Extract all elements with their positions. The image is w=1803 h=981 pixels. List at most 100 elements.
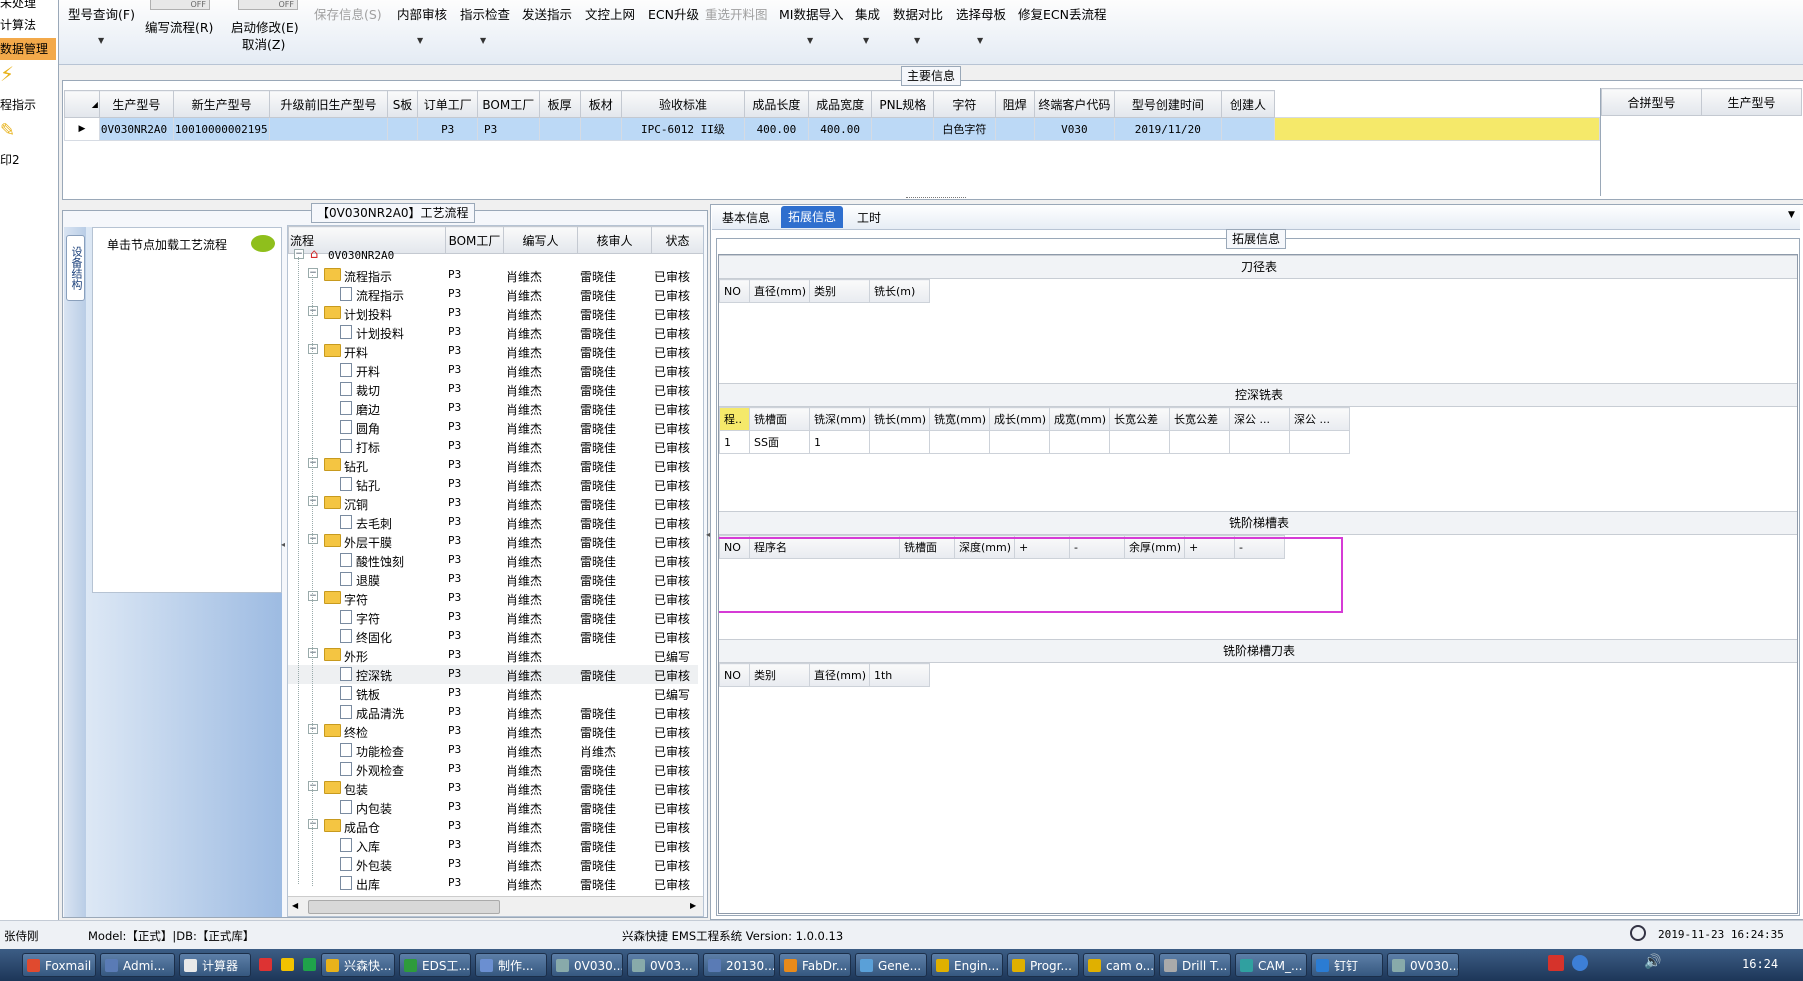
tree-row[interactable]: 开料 P3 肖维杰 雷晓佳 已审核 [288,361,698,380]
device-structure-tab[interactable]: 设备结构 [66,235,85,301]
collapse-icon[interactable]: − [308,724,318,734]
chevron-down-icon[interactable]: ▼ [914,36,920,45]
tree-row[interactable]: 外观检查 P3 肖维杰 雷晓佳 已审核 [288,760,698,779]
collapse-icon[interactable]: − [308,591,318,601]
table-cell[interactable]: P3 [417,117,478,141]
taskbar-button[interactable] [299,953,317,977]
column-header[interactable]: 新生产型号 [172,90,271,118]
table-cell[interactable] [1049,430,1110,454]
tree-row[interactable]: 出库 P3 肖维杰 雷晓佳 已审核 [288,874,698,893]
column-header[interactable]: S板 [386,90,419,118]
collapse-icon[interactable]: − [308,344,318,354]
column-header[interactable]: 直径(mm) [809,663,870,687]
collapse-icon[interactable]: − [308,781,318,791]
volume-icon[interactable]: 🔊 [1644,954,1661,970]
table-cell[interactable] [1229,430,1290,454]
splitter-handle[interactable] [906,197,966,203]
write-flow-button[interactable]: 编写流程(R) [145,17,213,36]
chevron-down-icon[interactable]: ▼ [977,36,983,45]
collapse-icon[interactable]: − [308,648,318,658]
taskbar-button[interactable]: 制作... [475,953,547,977]
column-header[interactable]: PNL规格 [871,90,935,118]
tree-row[interactable]: 字符 P3 肖维杰 雷晓佳 已审核 [288,608,698,627]
collapse-icon[interactable]: − [308,819,318,829]
taskbar-button[interactable]: CAM_... [1235,953,1307,977]
taskbar-button[interactable] [277,953,295,977]
column-header[interactable]: 字符 [933,90,996,118]
column-header[interactable]: 铣长(mm) [869,407,930,431]
column-header[interactable]: 成品宽度 [807,90,873,118]
tree-row[interactable]: − 成品仓 P3 肖维杰 雷晓佳 已审核 [288,817,698,836]
tree-row[interactable]: 退膜 P3 肖维杰 雷晓佳 已审核 [288,570,698,589]
table-cell[interactable] [989,430,1050,454]
repair-ecn-button[interactable]: 修复ECN丢流程 [1018,4,1106,23]
integrate-button[interactable]: 集成 [855,4,880,23]
table-cell[interactable] [994,117,1035,141]
taskbar-button[interactable]: 20130... [703,953,775,977]
scroll-right-icon[interactable]: ▶ [690,901,696,910]
taskbar-button[interactable]: Foxmail [22,953,96,977]
tree-row[interactable]: − 开料 P3 肖维杰 雷晓佳 已审核 [288,342,698,361]
nav-item[interactable]: 计算法 [0,16,36,33]
table-cell[interactable] [1169,430,1230,454]
table-cell[interactable]: 0V030NR2A0 [98,117,174,141]
toggle-switch[interactable]: OFF [150,0,210,10]
column-header[interactable]: 合拼型号 [1601,88,1702,116]
doc-control-button[interactable]: 文控上网 [585,4,635,23]
table-cell[interactable] [1289,430,1350,454]
column-header[interactable]: 阻焊 [994,90,1035,118]
taskbar-button[interactable]: Progr... [1007,953,1079,977]
column-header[interactable]: 验收标准 [620,90,746,118]
column-header[interactable]: NO [719,663,750,687]
column-header[interactable]: 终端客户代码 [1033,90,1115,118]
tree-row[interactable]: 外包装 P3 肖维杰 雷晓佳 已审核 [288,855,698,874]
nav-item[interactable]: 印2 [0,151,20,168]
column-header[interactable]: 长宽公差 [1109,407,1170,431]
taskbar-button[interactable]: 0V03... [627,953,699,977]
column-header[interactable]: 订单工厂 [417,90,478,118]
toggle-switch[interactable]: OFF [238,0,298,10]
table-cell[interactable] [1220,117,1276,141]
table-cell[interactable]: V030 [1033,117,1115,141]
taskbar-button[interactable] [255,953,273,977]
column-header[interactable]: 深公 ... [1229,407,1290,431]
tree-row[interactable]: − 沉铜 P3 肖维杰 雷晓佳 已审核 [288,494,698,513]
tree-row[interactable]: 流程指示 P3 肖维杰 雷晓佳 已审核 [288,285,698,304]
chevron-down-icon[interactable]: ▼ [98,36,104,45]
collapse-icon[interactable]: − [308,306,318,316]
tree-row[interactable]: 铣板 P3 肖维杰 已编写 [288,684,698,703]
tab-work-hours[interactable]: 工时 [851,208,887,228]
collapse-icon[interactable]: − [308,534,318,544]
nav-item[interactable]: 程指示 [0,96,36,113]
table-cell[interactable] [538,117,581,141]
tree-row[interactable]: − 钻孔 P3 肖维杰 雷晓佳 已审核 [288,456,698,475]
column-header[interactable]: 成宽(mm) [1049,407,1110,431]
tree-row[interactable]: 钻孔 P3 肖维杰 雷晓佳 已审核 [288,475,698,494]
table-cell[interactable] [871,117,935,141]
column-header[interactable]: 类别 [809,279,870,303]
collapse-arrow-icon[interactable]: ◂ [281,540,285,549]
taskbar-button[interactable]: cam o... [1083,953,1155,977]
nav-item[interactable]: 未处理 [0,0,36,11]
ecn-upgrade-button[interactable]: ECN升级 [648,4,699,23]
tree-row[interactable]: 入库 P3 肖维杰 雷晓佳 已审核 [288,836,698,855]
tree-row[interactable]: 成品清洗 P3 肖维杰 雷晓佳 已审核 [288,703,698,722]
tree-row[interactable]: 控深铣 P3 肖维杰 雷晓佳 已审核 [288,665,698,684]
tree-row[interactable]: − 包装 P3 肖维杰 雷晓佳 已审核 [288,779,698,798]
taskbar-clock[interactable]: 16:24 [1742,957,1778,971]
internal-review-button[interactable]: 内部审核 [397,4,447,23]
column-header[interactable]: 成长(mm) [989,407,1050,431]
table-cell[interactable]: 400.00 [807,117,873,141]
tree-row[interactable]: 磨边 P3 肖维杰 雷晓佳 已审核 [288,399,698,418]
tree-row[interactable]: − 流程指示 P3 肖维杰 雷晓佳 已审核 [288,266,698,285]
column-header[interactable]: 程.. [719,407,750,431]
horizontal-scrollbar[interactable]: ◀ ▶ [288,896,703,916]
collapse-icon[interactable]: − [308,458,318,468]
table-cell[interactable] [869,430,930,454]
table-cell[interactable] [1109,430,1170,454]
tree-root[interactable]: − ⌂ 0V030NR2A0 [288,247,698,266]
column-header[interactable]: 1th [869,663,930,687]
scroll-left-icon[interactable]: ◀ [292,901,298,910]
column-header[interactable]: 铣槽面 [749,407,810,431]
tree-row[interactable]: 终固化 P3 肖维杰 雷晓佳 已审核 [288,627,698,646]
